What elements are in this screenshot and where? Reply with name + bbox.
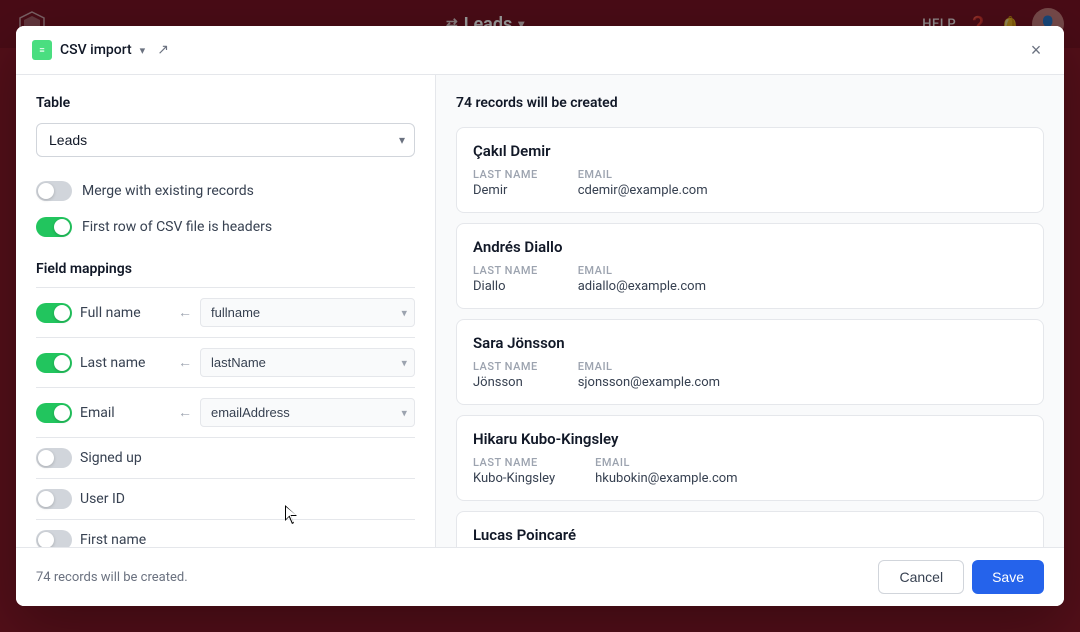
first-row-toggle-row: First row of CSV file is headers: [36, 209, 415, 245]
record-card-3: Hikaru Kubo-Kingsley LAST NAME Kubo-King…: [456, 415, 1044, 501]
close-button[interactable]: ×: [1024, 38, 1048, 62]
csv-icon: ≡: [32, 40, 52, 60]
record-name-1: Andrés Diallo: [473, 238, 1027, 256]
divider-4: [36, 437, 415, 438]
first-row-label: First row of CSV file is headers: [82, 219, 272, 235]
record-name-3: Hikaru Kubo-Kingsley: [473, 430, 1027, 448]
field-mappings-title: Field mappings: [36, 261, 415, 277]
record-field-lastname-1: LAST NAME Diallo: [473, 264, 538, 294]
record-fields-3: LAST NAME Kubo-Kingsley EMAIL hkubokin@e…: [473, 456, 1027, 486]
fullname-field-label: Full name: [80, 305, 170, 321]
cancel-button[interactable]: Cancel: [878, 560, 964, 594]
fullname-select[interactable]: fullname: [200, 298, 415, 327]
email-select-wrapper: emailAddress ▾: [200, 398, 415, 427]
firstname-toggle[interactable]: [36, 530, 72, 547]
record-field-lastname-0: LAST NAME Demir: [473, 168, 538, 198]
lastname-select[interactable]: lastName: [200, 348, 415, 377]
modal: ≡ CSV import ▾ ↗ × Table Leads ▾: [16, 26, 1064, 606]
mapping-row-userid: User ID: [36, 483, 415, 515]
userid-field-label: User ID: [80, 491, 170, 507]
record-field-email-1: EMAIL adiallo@example.com: [578, 264, 706, 294]
right-panel: 74 records will be created Çakıl Demir L…: [436, 75, 1064, 547]
dropdown-chevron-icon[interactable]: ▾: [140, 44, 146, 57]
footer-status: 74 records will be created.: [36, 570, 188, 585]
fullname-toggle[interactable]: [36, 303, 72, 323]
record-fields-2: LAST NAME Jönsson EMAIL sjonsson@example…: [473, 360, 1027, 390]
table-section-title: Table: [36, 95, 415, 111]
record-field-lastname-2: LAST NAME Jönsson: [473, 360, 538, 390]
record-field-email-3: EMAIL hkubokin@example.com: [595, 456, 737, 486]
lastname-toggle[interactable]: [36, 353, 72, 373]
save-button[interactable]: Save: [972, 560, 1044, 594]
record-card-1: Andrés Diallo LAST NAME Diallo EMAIL adi…: [456, 223, 1044, 309]
mapping-arrow-email: ←: [178, 404, 192, 421]
divider-6: [36, 519, 415, 520]
email-select[interactable]: emailAddress: [200, 398, 415, 427]
lastname-select-wrapper: lastName ▾: [200, 348, 415, 377]
csv-import-label: CSV import: [60, 42, 132, 58]
divider-2: [36, 337, 415, 338]
modal-header-left: ≡ CSV import ▾ ↗: [32, 40, 169, 60]
modal-overlay: ≡ CSV import ▾ ↗ × Table Leads ▾: [0, 0, 1080, 632]
record-field-email-0: EMAIL cdemir@example.com: [578, 168, 708, 198]
signedup-toggle[interactable]: [36, 448, 72, 468]
footer-actions: Cancel Save: [878, 560, 1044, 594]
modal-footer: 74 records will be created. Cancel Save: [16, 547, 1064, 606]
first-row-toggle-knob: [54, 219, 70, 235]
divider-5: [36, 478, 415, 479]
mapping-row-fullname: Full name ← fullname ▾: [36, 292, 415, 333]
left-panel: Table Leads ▾ Merge with existing record…: [16, 75, 436, 547]
lastname-field-label: Last name: [80, 355, 170, 371]
merge-toggle-knob: [38, 183, 54, 199]
divider-3: [36, 387, 415, 388]
table-select[interactable]: Leads: [36, 123, 415, 157]
divider-1: [36, 287, 415, 288]
table-select-wrapper: Leads ▾: [36, 123, 415, 157]
mapping-row-firstname: First name: [36, 524, 415, 547]
records-title: 74 records will be created: [456, 95, 1044, 111]
mapping-row-email: Email ← emailAddress ▾: [36, 392, 415, 433]
mapping-row-lastname: Last name ← lastName ▾: [36, 342, 415, 383]
record-field-lastname-3: LAST NAME Kubo-Kingsley: [473, 456, 555, 486]
record-card-4: Lucas Poincaré: [456, 511, 1044, 547]
signedup-field-label: Signed up: [80, 450, 170, 466]
modal-header: ≡ CSV import ▾ ↗ ×: [16, 26, 1064, 75]
record-card-0: Çakıl Demir LAST NAME Demir EMAIL cdemir…: [456, 127, 1044, 213]
record-name-0: Çakıl Demir: [473, 142, 1027, 160]
merge-toggle[interactable]: [36, 181, 72, 201]
first-row-toggle[interactable]: [36, 217, 72, 237]
modal-body: Table Leads ▾ Merge with existing record…: [16, 75, 1064, 547]
record-name-4: Lucas Poincaré: [473, 526, 1027, 544]
firstname-field-label: First name: [80, 532, 170, 547]
email-toggle[interactable]: [36, 403, 72, 423]
merge-label: Merge with existing records: [82, 183, 254, 199]
userid-toggle[interactable]: [36, 489, 72, 509]
mapping-arrow-lastname: ←: [178, 354, 192, 371]
record-fields-1: LAST NAME Diallo EMAIL adiallo@example.c…: [473, 264, 1027, 294]
mapping-arrow-fullname: ←: [178, 304, 192, 321]
merge-toggle-row: Merge with existing records: [36, 173, 415, 209]
email-field-label: Email: [80, 405, 170, 421]
record-field-email-2: EMAIL sjonsson@example.com: [578, 360, 720, 390]
record-fields-0: LAST NAME Demir EMAIL cdemir@example.com: [473, 168, 1027, 198]
record-card-2: Sara Jönsson LAST NAME Jönsson EMAIL sjo…: [456, 319, 1044, 405]
external-link-icon[interactable]: ↗: [157, 42, 169, 58]
fullname-select-wrapper: fullname ▾: [200, 298, 415, 327]
record-name-2: Sara Jönsson: [473, 334, 1027, 352]
mapping-row-signedup: Signed up: [36, 442, 415, 474]
